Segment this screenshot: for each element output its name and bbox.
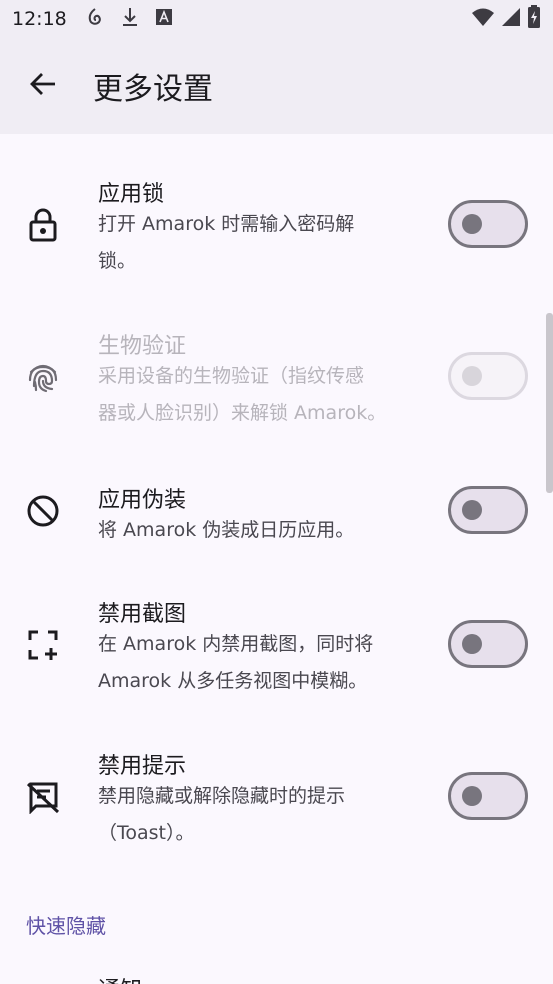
setting-app-disguise[interactable]: 应用伪装 将 Amarok 伪装成日历应用。 <box>0 476 553 556</box>
setting-summary: 禁用隐藏或解除隐藏时的提示 （Toast）。 <box>98 785 346 844</box>
screenshot-icon <box>24 626 62 664</box>
status-time: 12:18 <box>12 8 67 30</box>
switch-thumb <box>462 500 482 520</box>
arrow-back-icon <box>28 69 58 103</box>
swirl-icon <box>85 6 105 32</box>
setting-title-partial[interactable]: 通知 <box>98 972 142 984</box>
disable-screenshots-switch[interactable] <box>448 620 528 668</box>
block-icon <box>24 492 62 530</box>
setting-title: 应用锁 <box>98 182 165 207</box>
switch-thumb <box>462 634 482 654</box>
setting-title: 应用伪装 <box>98 488 187 513</box>
app-lock-switch[interactable] <box>448 200 528 248</box>
setting-app-lock[interactable]: 应用锁 打开 Amarok 时需输入密码解 锁。 <box>0 170 553 294</box>
setting-title: 禁用截图 <box>98 602 187 627</box>
app-disguise-switch[interactable] <box>448 486 528 534</box>
page-title: 更多设置 <box>93 72 213 107</box>
biometric-switch <box>448 352 528 400</box>
setting-title: 生物验证 <box>98 334 187 359</box>
switch-thumb <box>462 366 482 386</box>
no-message-icon <box>24 778 62 816</box>
fingerprint-icon <box>24 358 62 396</box>
setting-summary: 采用设备的生物验证（指纹传感 器或人脸识别）来解锁 Amarok。 <box>98 365 387 424</box>
top-app-bar: 更多设置 <box>0 38 553 134</box>
setting-disable-toast[interactable]: 禁用提示 禁用隐藏或解除隐藏时的提示 （Toast）。 <box>0 742 553 866</box>
lock-icon <box>24 206 62 244</box>
back-button[interactable] <box>13 56 73 116</box>
switch-thumb <box>462 786 482 806</box>
setting-summary: 在 Amarok 内禁用截图，同时将 Amarok 从多任务视图中模糊。 <box>98 633 374 692</box>
a-box-icon <box>155 8 173 30</box>
status-bar: 12:18 <box>0 0 553 38</box>
battery-icon <box>527 5 541 33</box>
setting-summary: 将 Amarok 伪装成日历应用。 <box>98 519 355 541</box>
signal-icon <box>501 7 521 31</box>
setting-summary: 打开 Amarok 时需输入密码解 锁。 <box>98 213 355 272</box>
disable-toast-switch[interactable] <box>448 772 528 820</box>
wifi-icon <box>471 7 495 31</box>
switch-thumb <box>462 214 482 234</box>
setting-title: 禁用提示 <box>98 754 187 779</box>
scrollbar[interactable] <box>546 313 553 493</box>
section-header-quick-hide: 快速隐藏 <box>26 914 106 938</box>
setting-biometric: 生物验证 采用设备的生物验证（指纹传感 器或人脸识别）来解锁 Amarok。 <box>0 322 553 446</box>
setting-disable-screenshots[interactable]: 禁用截图 在 Amarok 内禁用截图，同时将 Amarok 从多任务视图中模糊… <box>0 590 553 714</box>
download-icon <box>121 6 139 32</box>
